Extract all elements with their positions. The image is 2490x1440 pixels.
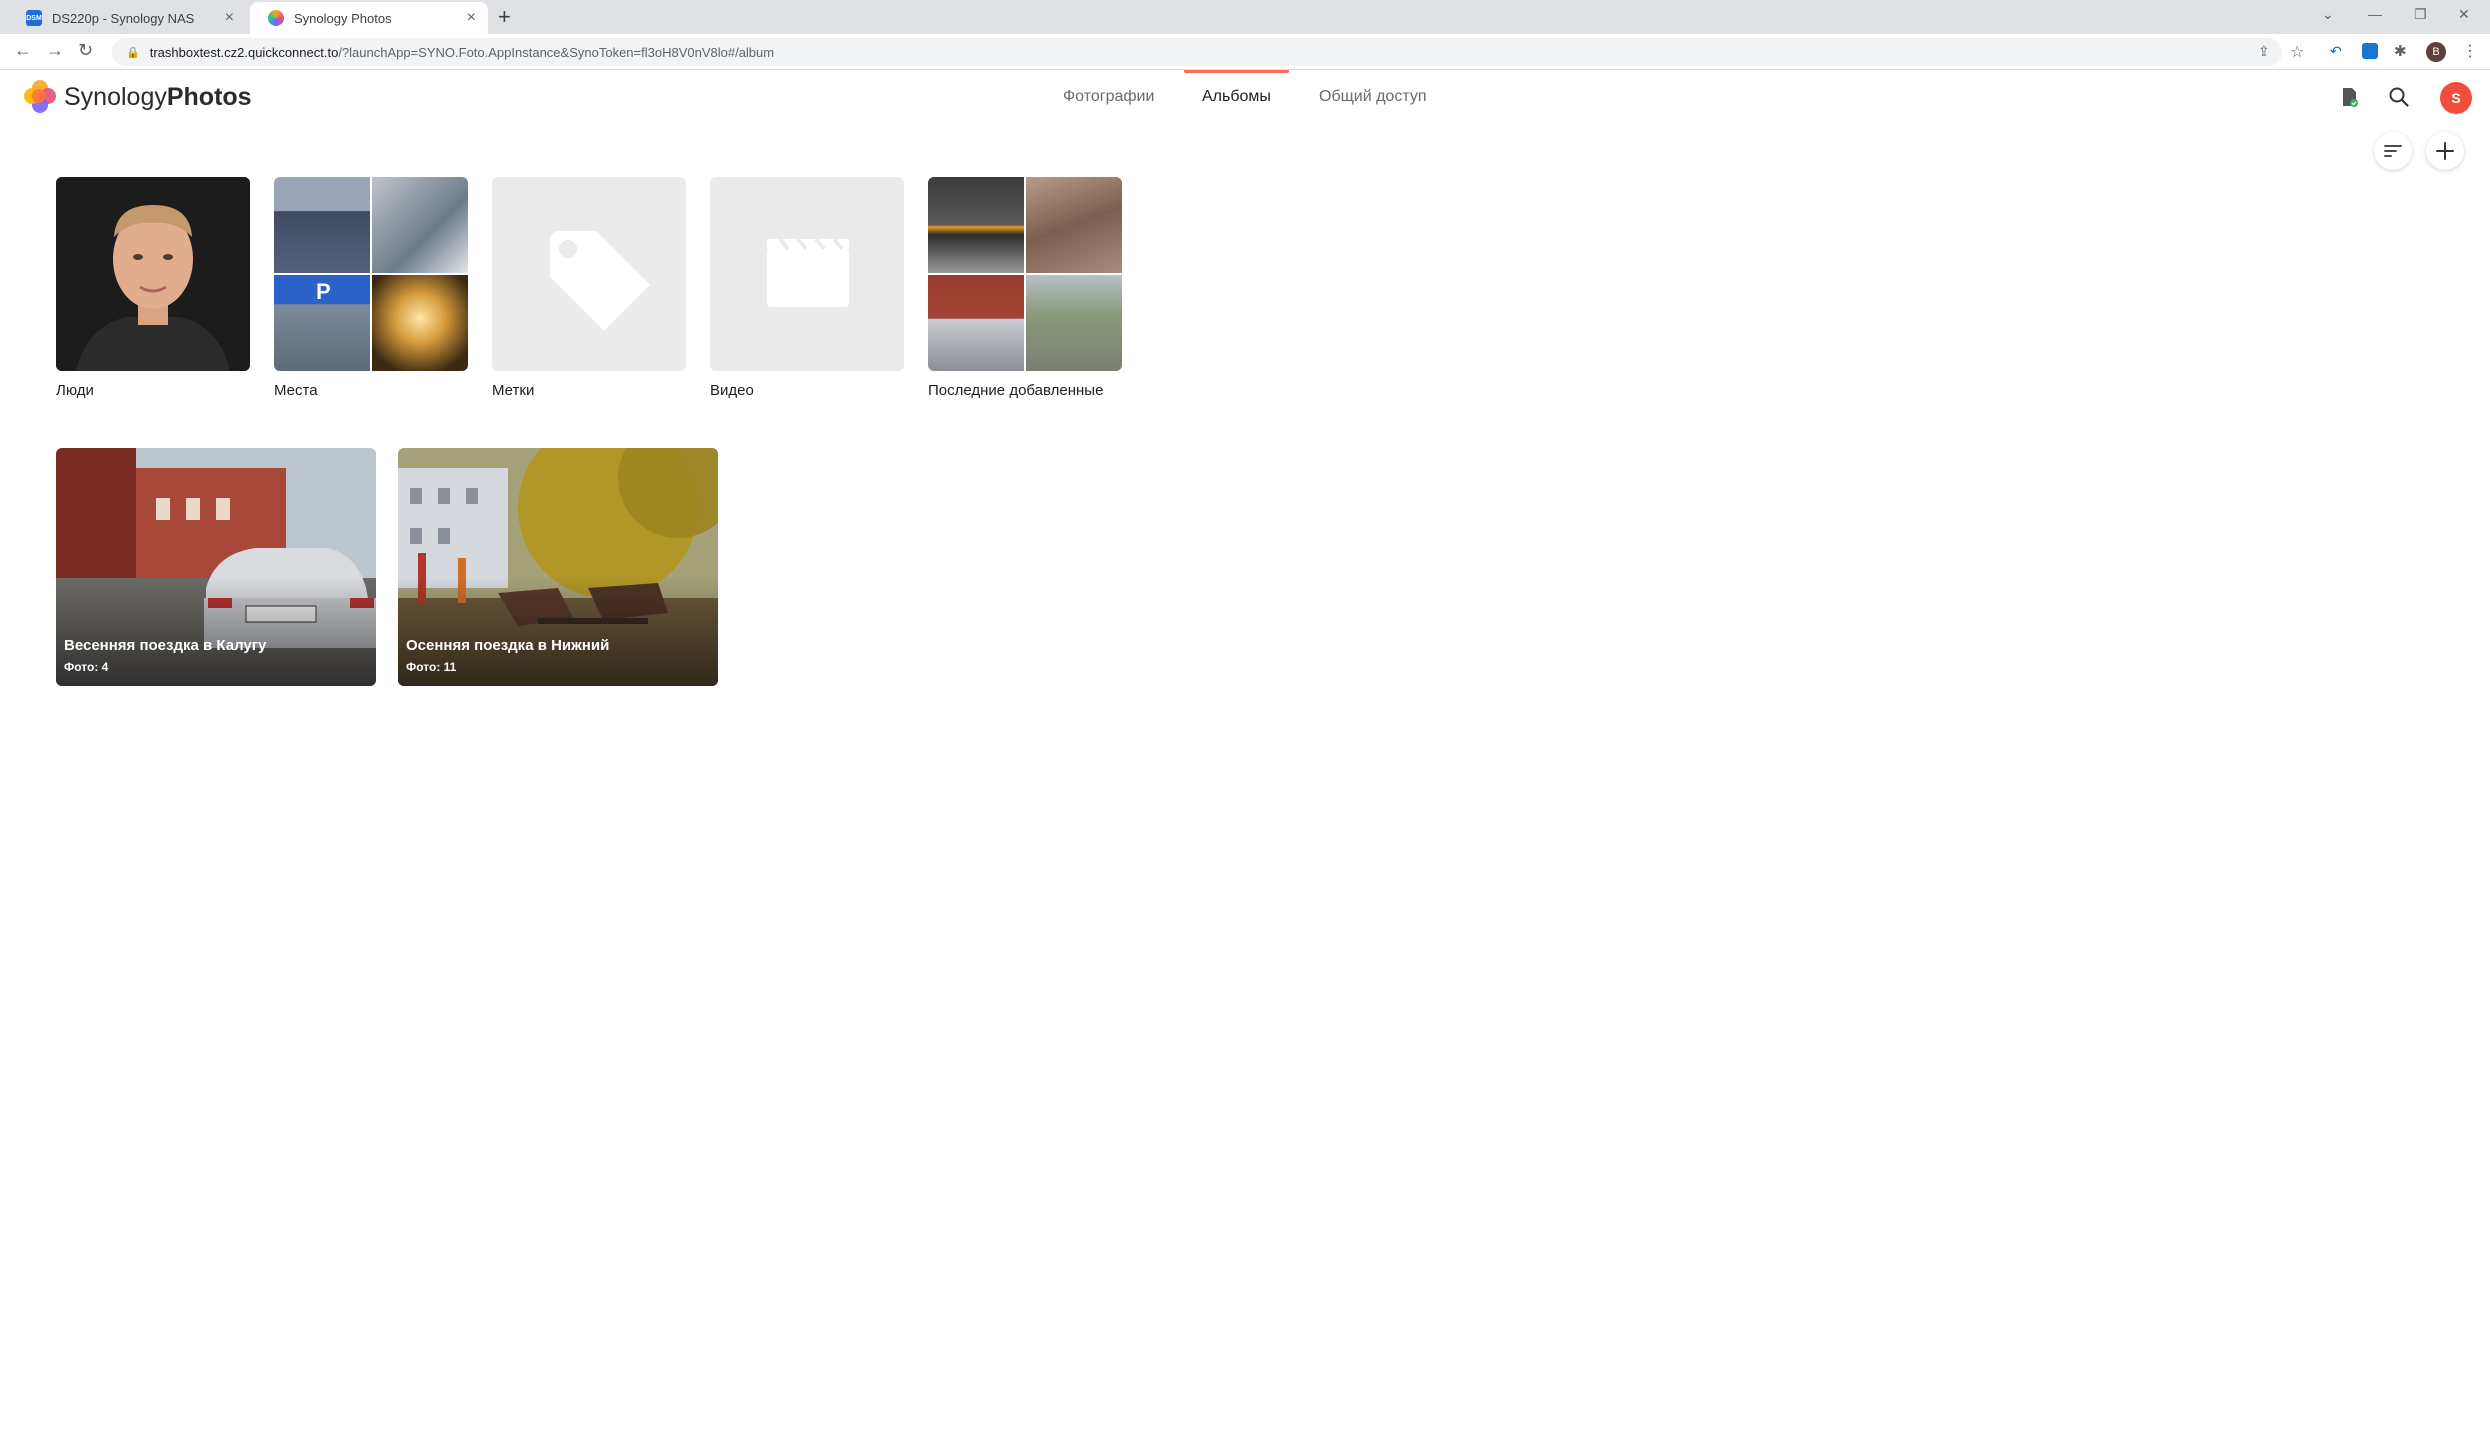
user-avatar[interactable]: S [2440, 82, 2472, 114]
synology-photos-logo[interactable]: SynologyPhotos [22, 79, 252, 115]
brand-name: SynologyPhotos [64, 82, 252, 111]
extensions-puzzle-icon[interactable]: ✱ [2394, 42, 2407, 60]
album-label: Последние добавленные [928, 382, 1104, 399]
close-tab-icon[interactable]: × [225, 9, 234, 27]
back-button[interactable]: ← [14, 40, 32, 61]
lock-icon: 🔒 [126, 46, 140, 59]
close-window-button[interactable]: ✕ [2458, 6, 2470, 23]
dsm-favicon-icon: DSM [26, 10, 42, 26]
tab-photos[interactable]: Фотографии [1063, 70, 1154, 124]
scooter-photo [1026, 275, 1122, 371]
browser-tab-strip: DSM DS220p - Synology NAS × Synology Pho… [0, 0, 2490, 34]
album-label: Видео [710, 382, 754, 399]
synology-photos-logo-icon [22, 79, 58, 115]
browser-menu-icon[interactable]: ⋮ [2462, 41, 2478, 61]
forward-button[interactable]: → [46, 40, 64, 61]
album-label: Места [274, 382, 318, 399]
album-places[interactable]: P Места [274, 177, 468, 399]
photo-count: Фото: 4 [64, 660, 109, 674]
extension-blue-icon[interactable] [2362, 43, 2378, 59]
bookmark-star-icon[interactable]: ☆ [2290, 42, 2304, 62]
new-tab-button[interactable]: + [498, 4, 511, 30]
minimize-button[interactable]: — [2368, 6, 2382, 22]
relief-photo [1026, 177, 1122, 273]
album-title: Осенняя поездка в Нижний [406, 637, 610, 654]
album-thumbnail [928, 177, 1122, 371]
browser-toolbar: ← → ↻ 🔒 trashboxtest.cz2.quickconnect.to… [0, 34, 2490, 70]
profile-avatar[interactable]: B [2426, 42, 2446, 62]
restore-button[interactable]: ❐ [2414, 6, 2427, 23]
plus-icon [2436, 142, 2454, 160]
tools-photo [372, 177, 468, 273]
album-label: Люди [56, 382, 94, 399]
browser-tab-dsm[interactable]: DSM DS220p - Synology NAS × [8, 2, 246, 34]
album-recently-added[interactable]: Последние добавленные [928, 177, 1122, 399]
album-videos[interactable]: Видео [710, 177, 904, 399]
photo-count: Фото: 11 [406, 660, 457, 674]
parking-sign-photo: P [274, 275, 370, 371]
album-card-nizhny[interactable]: Осенняя поездка в Нижний Фото: 11 [398, 448, 718, 686]
extension-undo-icon[interactable]: ↶ [2330, 43, 2346, 59]
add-album-button[interactable] [2426, 132, 2464, 170]
tab-sharing[interactable]: Общий доступ [1319, 70, 1427, 124]
building-photo [274, 177, 370, 273]
tools-wall-photo [928, 177, 1024, 273]
tab-search-icon[interactable]: ⌄ [2322, 6, 2334, 23]
search-icon[interactable] [2384, 82, 2414, 112]
album-thumbnail: P [274, 177, 468, 371]
car-photo [928, 275, 1024, 371]
address-bar[interactable]: 🔒 trashboxtest.cz2.quickconnect.to/?laun… [112, 38, 2282, 66]
clapperboard-icon [767, 237, 849, 307]
album-card-kaluga[interactable]: Весенняя поездка в Калугу Фото: 4 [56, 448, 376, 686]
tab-albums[interactable]: Альбомы [1184, 70, 1289, 124]
person-portrait-image [56, 177, 250, 371]
synology-photos-favicon-icon [268, 10, 284, 26]
album-people[interactable]: Люди [56, 177, 250, 399]
album-thumbnail [56, 177, 250, 371]
lamp-photo [372, 275, 468, 371]
url-host: trashboxtest.cz2.quickconnect.to [149, 44, 339, 60]
album-tags[interactable]: Метки [492, 177, 686, 399]
browser-tab-photos[interactable]: Synology Photos × [250, 2, 488, 34]
album-thumbnail [492, 177, 686, 371]
album-title: Весенняя поездка в Калугу [64, 637, 267, 654]
album-label: Метки [492, 382, 535, 399]
url-path: /?launchApp=SYNO.Foto.AppInstance&SynoTo… [338, 44, 775, 60]
reload-button[interactable]: ↻ [78, 40, 93, 61]
tab-title: DS220p - Synology NAS [52, 10, 195, 26]
sort-icon [2384, 145, 2402, 157]
app-header: SynologyPhotos Фотографии Альбомы Общий … [0, 70, 2490, 124]
album-thumbnail [710, 177, 904, 371]
tab-title: Synology Photos [294, 10, 392, 26]
upload-tasks-icon[interactable] [2334, 82, 2364, 112]
sort-button[interactable] [2374, 132, 2412, 170]
share-icon[interactable]: ⇪ [2258, 43, 2270, 60]
close-tab-icon[interactable]: × [467, 9, 476, 27]
tag-icon [550, 231, 650, 331]
